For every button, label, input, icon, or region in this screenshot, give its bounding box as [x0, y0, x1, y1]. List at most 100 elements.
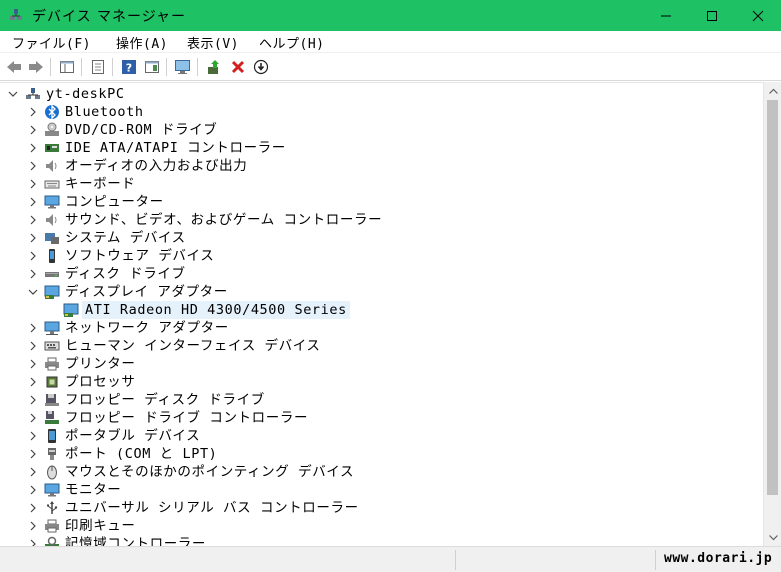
tree-category-item[interactable]: コンピューター — [0, 193, 763, 211]
show-hide-console-tree-button[interactable] — [57, 57, 77, 77]
close-button[interactable] — [735, 0, 781, 31]
chevron-down-icon[interactable] — [8, 88, 18, 100]
disk-drive-icon — [45, 272, 59, 277]
tree-category-item[interactable]: ヒューマン インターフェイス デバイス — [0, 337, 763, 355]
scan-hardware-button[interactable] — [173, 57, 193, 77]
chevron-right-icon[interactable] — [28, 322, 38, 334]
tree-item-label: 印刷キュー — [65, 518, 136, 534]
bluetooth-icon — [45, 104, 59, 120]
chevron-right-icon[interactable] — [28, 142, 38, 154]
tree-category-item[interactable]: ネットワーク アダプター — [0, 319, 763, 337]
tree-category-item[interactable]: フロッピー ディスク ドライブ — [0, 391, 763, 409]
tree-category-item[interactable]: モニター — [0, 481, 763, 499]
chevron-right-icon[interactable] — [28, 106, 38, 118]
chevron-right-icon[interactable] — [28, 358, 38, 370]
chevron-down-icon[interactable] — [28, 286, 38, 298]
chevron-right-icon[interactable] — [28, 178, 38, 190]
tree-category-item[interactable]: オーディオの入力および出力 — [0, 157, 763, 175]
device-manager-icon — [10, 9, 22, 20]
menu-file[interactable]: ファイル(F) — [12, 33, 91, 52]
keyboard-icon — [44, 180, 60, 189]
uninstall-button[interactable] — [228, 57, 248, 77]
device-tree[interactable]: yt-deskPC Bluetooth DVD/CD-ROM ドライブ IDE AT… — [0, 82, 763, 546]
minimize-button[interactable] — [643, 0, 689, 31]
tree-category-item[interactable]: 記憶域コントローラー — [0, 535, 763, 546]
tree-category-item[interactable]: プロセッサ — [0, 373, 763, 391]
chevron-right-icon[interactable] — [28, 538, 38, 546]
tree-category-item[interactable]: システム デバイス — [0, 229, 763, 247]
usb-icon — [47, 501, 58, 514]
action-pane-button[interactable] — [142, 57, 162, 77]
tree-category-item[interactable]: 印刷キュー — [0, 517, 763, 535]
toolbar-separator — [81, 58, 82, 76]
chevron-right-icon[interactable] — [28, 412, 38, 424]
chevron-right-icon[interactable] — [28, 520, 38, 532]
scroll-thumb[interactable] — [767, 100, 778, 495]
chevron-right-icon[interactable] — [28, 214, 38, 226]
tree-category-item[interactable]: ディスプレイ アダプター — [0, 283, 763, 301]
menu-help[interactable]: ヘルプ(H) — [259, 33, 324, 52]
chevron-right-icon[interactable] — [28, 394, 38, 406]
chevron-right-icon[interactable] — [28, 376, 38, 388]
close-icon — [752, 10, 764, 21]
tree-category-item[interactable]: IDE ATA/ATAPI コントローラー — [0, 139, 763, 157]
scroll-down-button[interactable] — [764, 529, 781, 546]
properties-button[interactable] — [88, 57, 108, 77]
forward-button[interactable] — [26, 57, 46, 77]
chevron-right-icon[interactable] — [28, 250, 38, 262]
tree-item-label: フロッピー ドライブ コントローラー — [65, 410, 309, 426]
chevron-right-icon[interactable] — [28, 196, 38, 208]
chevron-right-icon[interactable] — [28, 466, 38, 478]
tree-category-item[interactable]: マウスとそのほかのポインティング デバイス — [0, 463, 763, 481]
tree-item-label: プリンター — [65, 356, 136, 372]
menu-action[interactable]: 操作(A) — [116, 33, 168, 52]
speaker-icon — [46, 160, 57, 172]
tree-item-label: キーボード — [65, 176, 136, 192]
tree-item-label: ディスプレイ アダプター — [65, 284, 228, 300]
print-queue-icon — [45, 519, 59, 533]
menu-bar: ファイル(F) 操作(A) 表示(V) ヘルプ(H) — [0, 31, 781, 53]
back-button[interactable] — [4, 57, 24, 77]
chevron-right-icon[interactable] — [28, 160, 38, 172]
chevron-right-icon[interactable] — [28, 124, 38, 136]
tree-root-label: yt-deskPC — [46, 86, 125, 102]
chevron-right-icon[interactable] — [28, 484, 38, 496]
chevron-right-icon[interactable] — [28, 268, 38, 280]
chevron-right-icon[interactable] — [28, 430, 38, 442]
chevron-right-icon[interactable] — [28, 502, 38, 514]
chevron-right-icon[interactable] — [28, 448, 38, 460]
tree-root[interactable]: yt-deskPC — [0, 85, 763, 103]
tree-category-item[interactable]: キーボード — [0, 175, 763, 193]
tree-category-item[interactable]: DVD/CD-ROM ドライブ — [0, 121, 763, 139]
tree-item-label: システム デバイス — [65, 230, 186, 246]
processor-icon — [46, 376, 58, 388]
floppy-drive-icon — [45, 394, 59, 406]
maximize-button[interactable] — [689, 0, 735, 31]
chevron-right-icon[interactable] — [28, 340, 38, 352]
tree-category-item[interactable]: ソフトウェア デバイス — [0, 247, 763, 265]
software-device-icon — [49, 249, 55, 263]
scroll-up-button[interactable] — [764, 82, 781, 99]
vertical-scrollbar[interactable] — [763, 82, 781, 546]
tree-category-item[interactable]: プリンター — [0, 355, 763, 373]
update-driver-button[interactable] — [204, 57, 224, 77]
floppy-controller-icon — [45, 411, 59, 424]
computer-root-icon — [26, 88, 40, 99]
storage-controller-icon — [45, 536, 59, 546]
menu-view[interactable]: 表示(V) — [187, 33, 239, 52]
tree-category-item[interactable]: ポート (COM と LPT) — [0, 445, 763, 463]
tree-category-item[interactable]: ポータブル デバイス — [0, 427, 763, 445]
tree-child-item[interactable]: ATI Radeon HD 4300/4500 Series — [0, 301, 763, 319]
tree-category-item[interactable]: フロッピー ドライブ コントローラー — [0, 409, 763, 427]
title-bar[interactable]: デバイス マネージャー — [0, 0, 781, 31]
tree-category-item[interactable]: ユニバーサル シリアル バス コントローラー — [0, 499, 763, 517]
tree-category-item[interactable]: ディスク ドライブ — [0, 265, 763, 283]
help-button[interactable]: ? — [119, 57, 139, 77]
network-adapter-icon — [44, 321, 60, 335]
mouse-icon — [47, 465, 57, 480]
tree-category-item[interactable]: Bluetooth — [0, 103, 763, 121]
disable-device-button[interactable] — [251, 57, 271, 77]
tree-item-label: IDE ATA/ATAPI コントローラー — [65, 140, 286, 156]
chevron-right-icon[interactable] — [28, 232, 38, 244]
tree-category-item[interactable]: サウンド、ビデオ、およびゲーム コントローラー — [0, 211, 763, 229]
